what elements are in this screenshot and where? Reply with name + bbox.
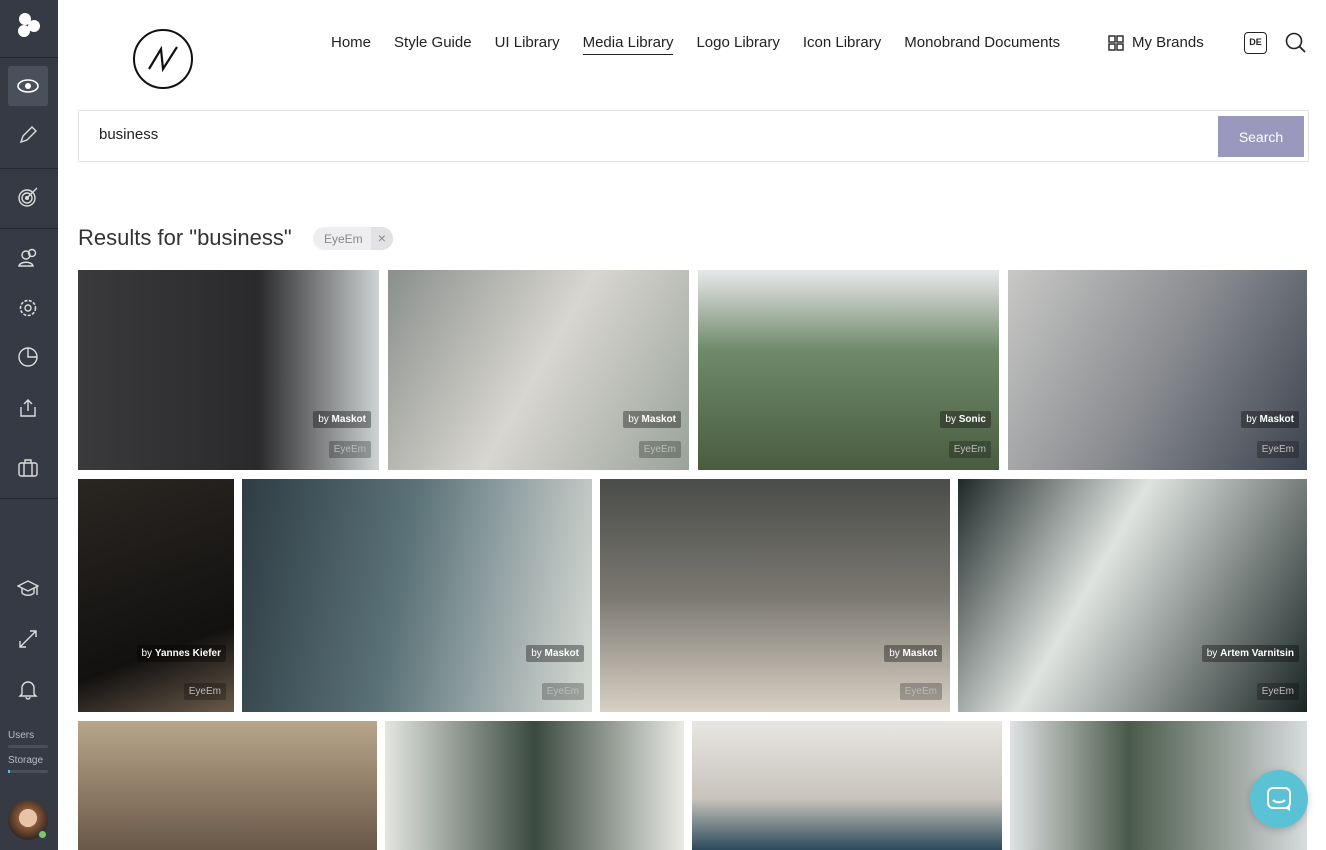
image-tile[interactable]: by Maskot EyeEm [78,270,379,470]
sidebar-item-users[interactable] [8,238,48,278]
my-brands-label: My Brands [1132,34,1204,51]
image-author: by Artem Varnitsin [1201,645,1299,662]
users-icon [18,248,37,267]
online-status-dot [38,830,47,839]
image-source: EyeEm [1256,683,1299,700]
image-tile[interactable]: by Sonic EyeEm [698,270,999,470]
image-source: EyeEm [638,441,681,458]
chat-button[interactable] [1250,770,1308,828]
language-button[interactable]: DE [1244,32,1267,54]
language-label: DE [1249,37,1262,47]
storage-label: Storage [8,755,44,766]
sidebar-item-settings[interactable] [8,288,48,328]
image-tile[interactable]: by Artem Varnitsin EyeEm [958,479,1307,712]
image-tile[interactable] [78,721,377,850]
my-brands-button[interactable]: My Brands [1108,34,1204,51]
image-tile[interactable] [385,721,684,850]
gear-icon [19,299,37,317]
sidebar-item-fullscreen[interactable] [8,619,48,659]
nav-style-guide[interactable]: Style Guide [394,34,472,55]
image-tile[interactable]: by Maskot EyeEm [600,479,950,712]
image-source: EyeEm [541,683,584,700]
avatar[interactable] [8,800,48,840]
nav-media-library[interactable]: Media Library [582,34,674,55]
upload-icon [20,399,36,417]
image-tile[interactable]: by Yannes Kiefer EyeEm [78,479,234,712]
image-tile[interactable]: by Maskot EyeEm [242,479,592,712]
pencil-icon [19,126,37,144]
chat-icon [1267,787,1291,811]
results-title: Results for "business" [78,225,292,250]
nav-logo-library[interactable]: Logo Library [696,34,779,55]
nav-ui-library[interactable]: UI Library [495,34,560,55]
image-tile[interactable]: by Maskot EyeEm [1008,270,1307,470]
image-source: EyeEm [948,441,991,458]
image-tile[interactable] [692,721,1002,850]
sidebar-item-export[interactable] [8,388,48,428]
search-icon[interactable] [1285,32,1307,54]
sidebar-item-view[interactable] [8,66,48,106]
image-author: by Maskot [884,645,942,662]
image-author: by Maskot [1241,411,1299,428]
close-icon[interactable]: × [370,227,393,250]
briefcase-icon [18,459,38,477]
sidebar: Users Storage [0,0,58,850]
image-author: by Yannes Kiefer [136,645,226,662]
brand-logo[interactable] [133,29,193,89]
image-source: EyeEm [328,441,371,458]
sidebar-item-edit[interactable] [8,115,48,155]
target-icon [18,187,38,207]
nav-icon-library[interactable]: Icon Library [803,34,881,55]
image-author: by Maskot [623,411,681,428]
pie-chart-icon [18,347,38,367]
nav-monobrand-documents[interactable]: Monobrand Documents [904,34,1060,55]
image-source: EyeEm [899,683,942,700]
image-tile[interactable]: by Maskot EyeEm [388,270,689,470]
grid-icon [1108,34,1124,51]
bell-icon [18,681,38,700]
sidebar-item-academy[interactable] [8,569,48,609]
users-label: Users [8,730,35,741]
search-bar: Search [78,110,1309,162]
search-input[interactable] [99,126,1199,143]
storage-bar [8,770,48,773]
users-bar [8,745,48,748]
image-author: by Maskot [526,645,584,662]
sidebar-item-analytics[interactable] [8,337,48,377]
expand-icon [19,630,37,648]
sidebar-item-notifications[interactable] [8,669,48,709]
filter-chip: EyeEm × [313,227,393,250]
image-author: by Sonic [940,411,991,428]
image-source: EyeEm [1256,441,1299,458]
eye-icon [17,79,39,93]
image-source: EyeEm [183,683,226,700]
main-nav: Home Style Guide UI Library Media Librar… [331,34,1060,55]
sidebar-item-goals[interactable] [8,177,48,217]
graduation-cap-icon [17,580,39,596]
filter-chip-label: EyeEm [324,231,363,246]
image-author: by Maskot [313,411,371,428]
nav-home[interactable]: Home [331,34,371,55]
app-logo-icon[interactable] [16,12,42,38]
sidebar-item-assets[interactable] [8,448,48,488]
search-button[interactable]: Search [1218,116,1304,157]
